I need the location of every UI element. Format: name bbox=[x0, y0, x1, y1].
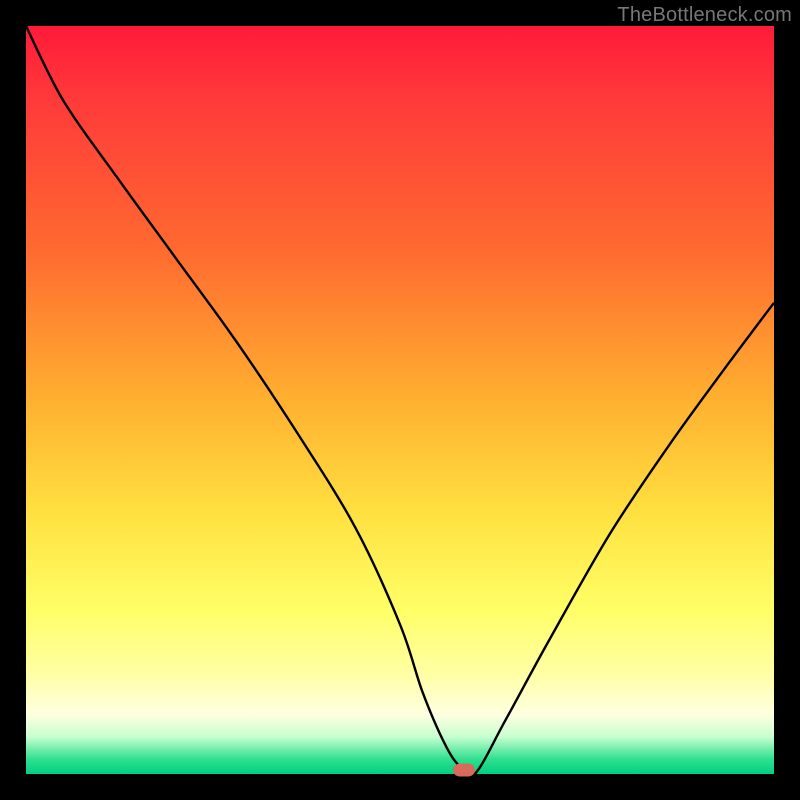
curve-svg bbox=[26, 26, 774, 774]
plot-area bbox=[26, 26, 774, 774]
watermark-text: TheBottleneck.com bbox=[617, 4, 792, 27]
min-marker bbox=[453, 763, 475, 776]
curve-path bbox=[26, 26, 774, 774]
chart-frame: TheBottleneck.com bbox=[0, 0, 800, 800]
